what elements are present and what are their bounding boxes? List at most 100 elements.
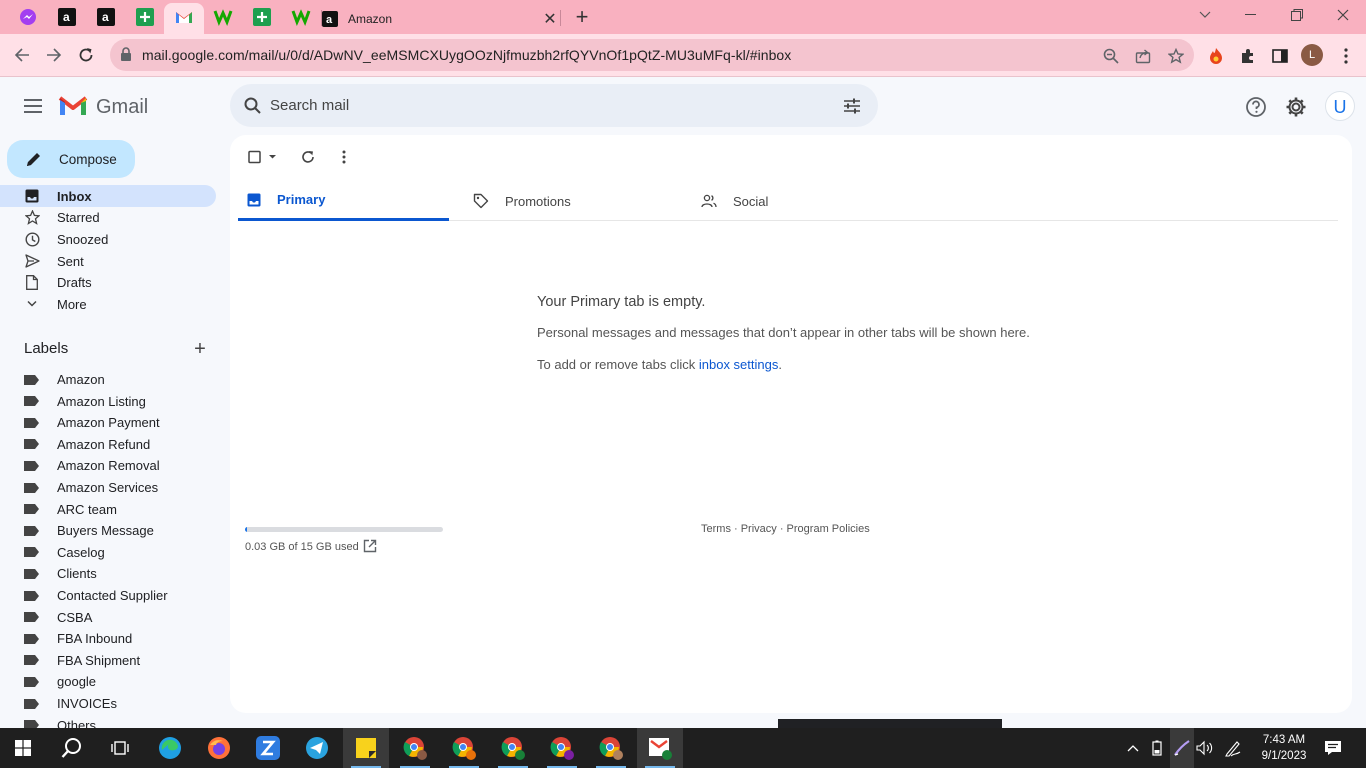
inbox-settings-link[interactable]: inbox settings [699, 357, 779, 372]
search-options-icon[interactable] [842, 96, 862, 121]
tab-social[interactable]: Social [701, 181, 921, 221]
open-in-new-icon[interactable] [363, 539, 377, 558]
label-item[interactable]: Buyers Message [0, 520, 216, 541]
restore-button[interactable] [1274, 0, 1320, 30]
refresh-icon[interactable] [298, 147, 318, 167]
settings-gear-icon[interactable] [1284, 95, 1308, 119]
more-vert-icon[interactable] [334, 147, 354, 167]
extensions-puzzle-icon[interactable] [1236, 44, 1260, 68]
label-item[interactable]: FBA Inbound [0, 628, 216, 649]
zoho-z-icon[interactable] [245, 728, 291, 768]
bookmark-star-icon[interactable] [1165, 45, 1187, 67]
nav-more[interactable]: More [0, 293, 216, 315]
pen-workspace-icon[interactable] [1170, 728, 1194, 768]
label-item[interactable]: Amazon Payment [0, 412, 216, 433]
label-item[interactable]: INVOICEs [0, 693, 216, 714]
chrome-profile-icon[interactable] [539, 728, 585, 768]
chrome-profile-icon[interactable] [392, 728, 438, 768]
label-name: FBA Inbound [57, 631, 133, 647]
label-item[interactable]: CSBA [0, 607, 216, 628]
hint-period: . [778, 357, 782, 372]
nav-starred[interactable]: Starred [0, 206, 216, 228]
volume-icon[interactable] [1194, 728, 1216, 768]
task-view-icon[interactable] [97, 728, 143, 768]
reload-button[interactable] [71, 40, 101, 70]
main-panel: Primary Promotions Social Your Primary t… [230, 135, 1352, 713]
create-label-button[interactable]: + [190, 339, 210, 359]
label-item[interactable]: Amazon [0, 369, 216, 390]
label-item[interactable]: Amazon Services [0, 477, 216, 498]
account-avatar[interactable]: U [1325, 91, 1355, 121]
side-panel-icon[interactable] [1268, 44, 1292, 68]
tab-search-icon[interactable] [1182, 0, 1228, 30]
search-icon[interactable] [49, 728, 95, 768]
close-tab-icon[interactable]: ✕ [540, 9, 560, 29]
notifications-icon[interactable] [1320, 728, 1346, 768]
search-icon[interactable] [243, 96, 263, 121]
system-clock[interactable]: 7:43 AM 9/1/2023 [1252, 732, 1316, 764]
label-item[interactable]: FBA Shipment [0, 650, 216, 671]
gmail-app-icon[interactable] [637, 728, 683, 768]
share-icon[interactable] [1132, 45, 1154, 67]
new-tab-button[interactable]: + [570, 3, 594, 31]
tab-promotions[interactable]: Promotions [473, 181, 693, 221]
sticky-notes-icon[interactable] [343, 728, 389, 768]
address-bar[interactable]: mail.google.com/mail/u/0/d/ADwNV_eeMSMCX… [110, 39, 1194, 71]
label-item[interactable]: Amazon Refund [0, 434, 216, 455]
upwork-icon[interactable] [290, 6, 312, 28]
edge-icon[interactable] [147, 728, 193, 768]
gmail-icon[interactable] [173, 6, 195, 28]
profile-avatar[interactable]: L [1301, 44, 1323, 66]
nav-snoozed[interactable]: Snoozed [0, 228, 216, 250]
amazon-icon[interactable]: a [56, 6, 78, 28]
tab-amazon[interactable]: a Amazon ✕ [322, 3, 560, 34]
svg-text:a: a [102, 10, 109, 24]
compose-button[interactable]: Compose [7, 140, 135, 178]
chrome-profile-icon[interactable] [490, 728, 536, 768]
windows-start-icon[interactable] [0, 728, 46, 768]
messenger-icon[interactable] [17, 6, 39, 28]
back-button[interactable] [7, 40, 37, 70]
footer-links[interactable]: Terms · Privacy · Program Policies [701, 523, 870, 535]
extension-fire-icon[interactable] [1204, 44, 1228, 68]
battery-icon[interactable] [1146, 728, 1168, 768]
label-item[interactable]: Amazon Listing [0, 391, 216, 412]
lock-icon[interactable] [120, 47, 132, 66]
gmail-wordmark[interactable]: Gmail [96, 96, 148, 119]
search-mail-bar[interactable]: Search mail [230, 84, 878, 127]
search-input[interactable]: Search mail [270, 97, 349, 114]
nav-label: Sent [57, 253, 84, 269]
label-item[interactable]: Caselog [0, 542, 216, 563]
forward-button[interactable] [39, 40, 69, 70]
chrome-profile-icon[interactable] [441, 728, 487, 768]
browser-menu-icon[interactable] [1334, 44, 1358, 68]
gmail-logo-icon[interactable] [58, 95, 88, 122]
amazon-icon: a [322, 10, 338, 27]
label-item[interactable]: google [0, 671, 216, 692]
nav-sent[interactable]: Sent [0, 250, 216, 272]
upwork-icon[interactable] [212, 6, 234, 28]
sheets-icon[interactable] [134, 6, 156, 28]
nav-drafts[interactable]: Drafts [0, 271, 216, 293]
label-item[interactable]: Contacted Supplier [0, 585, 216, 606]
send-icon [24, 253, 40, 269]
label-item[interactable]: Amazon Removal [0, 455, 216, 476]
pen-input-icon[interactable] [1220, 728, 1246, 768]
amazon-icon[interactable]: a [95, 6, 117, 28]
close-window-button[interactable] [1320, 0, 1366, 30]
firefox-icon[interactable] [196, 728, 242, 768]
help-icon[interactable] [1244, 95, 1268, 119]
tab-primary[interactable]: Primary [238, 181, 449, 221]
minimize-button[interactable] [1228, 0, 1274, 30]
chrome-profile-icon[interactable] [588, 728, 634, 768]
tray-chevron-up-icon[interactable] [1122, 728, 1144, 768]
label-item[interactable]: ARC team [0, 499, 216, 520]
label-item[interactable]: Clients [0, 563, 216, 584]
sheets-icon[interactable] [251, 6, 273, 28]
nav-inbox[interactable]: Inbox [0, 185, 216, 207]
label-name: Amazon Listing [57, 393, 146, 409]
telegram-icon[interactable] [294, 728, 340, 768]
select-all-checkbox[interactable] [245, 147, 285, 167]
main-menu-icon[interactable] [20, 93, 46, 119]
zoom-icon[interactable] [1100, 45, 1122, 67]
